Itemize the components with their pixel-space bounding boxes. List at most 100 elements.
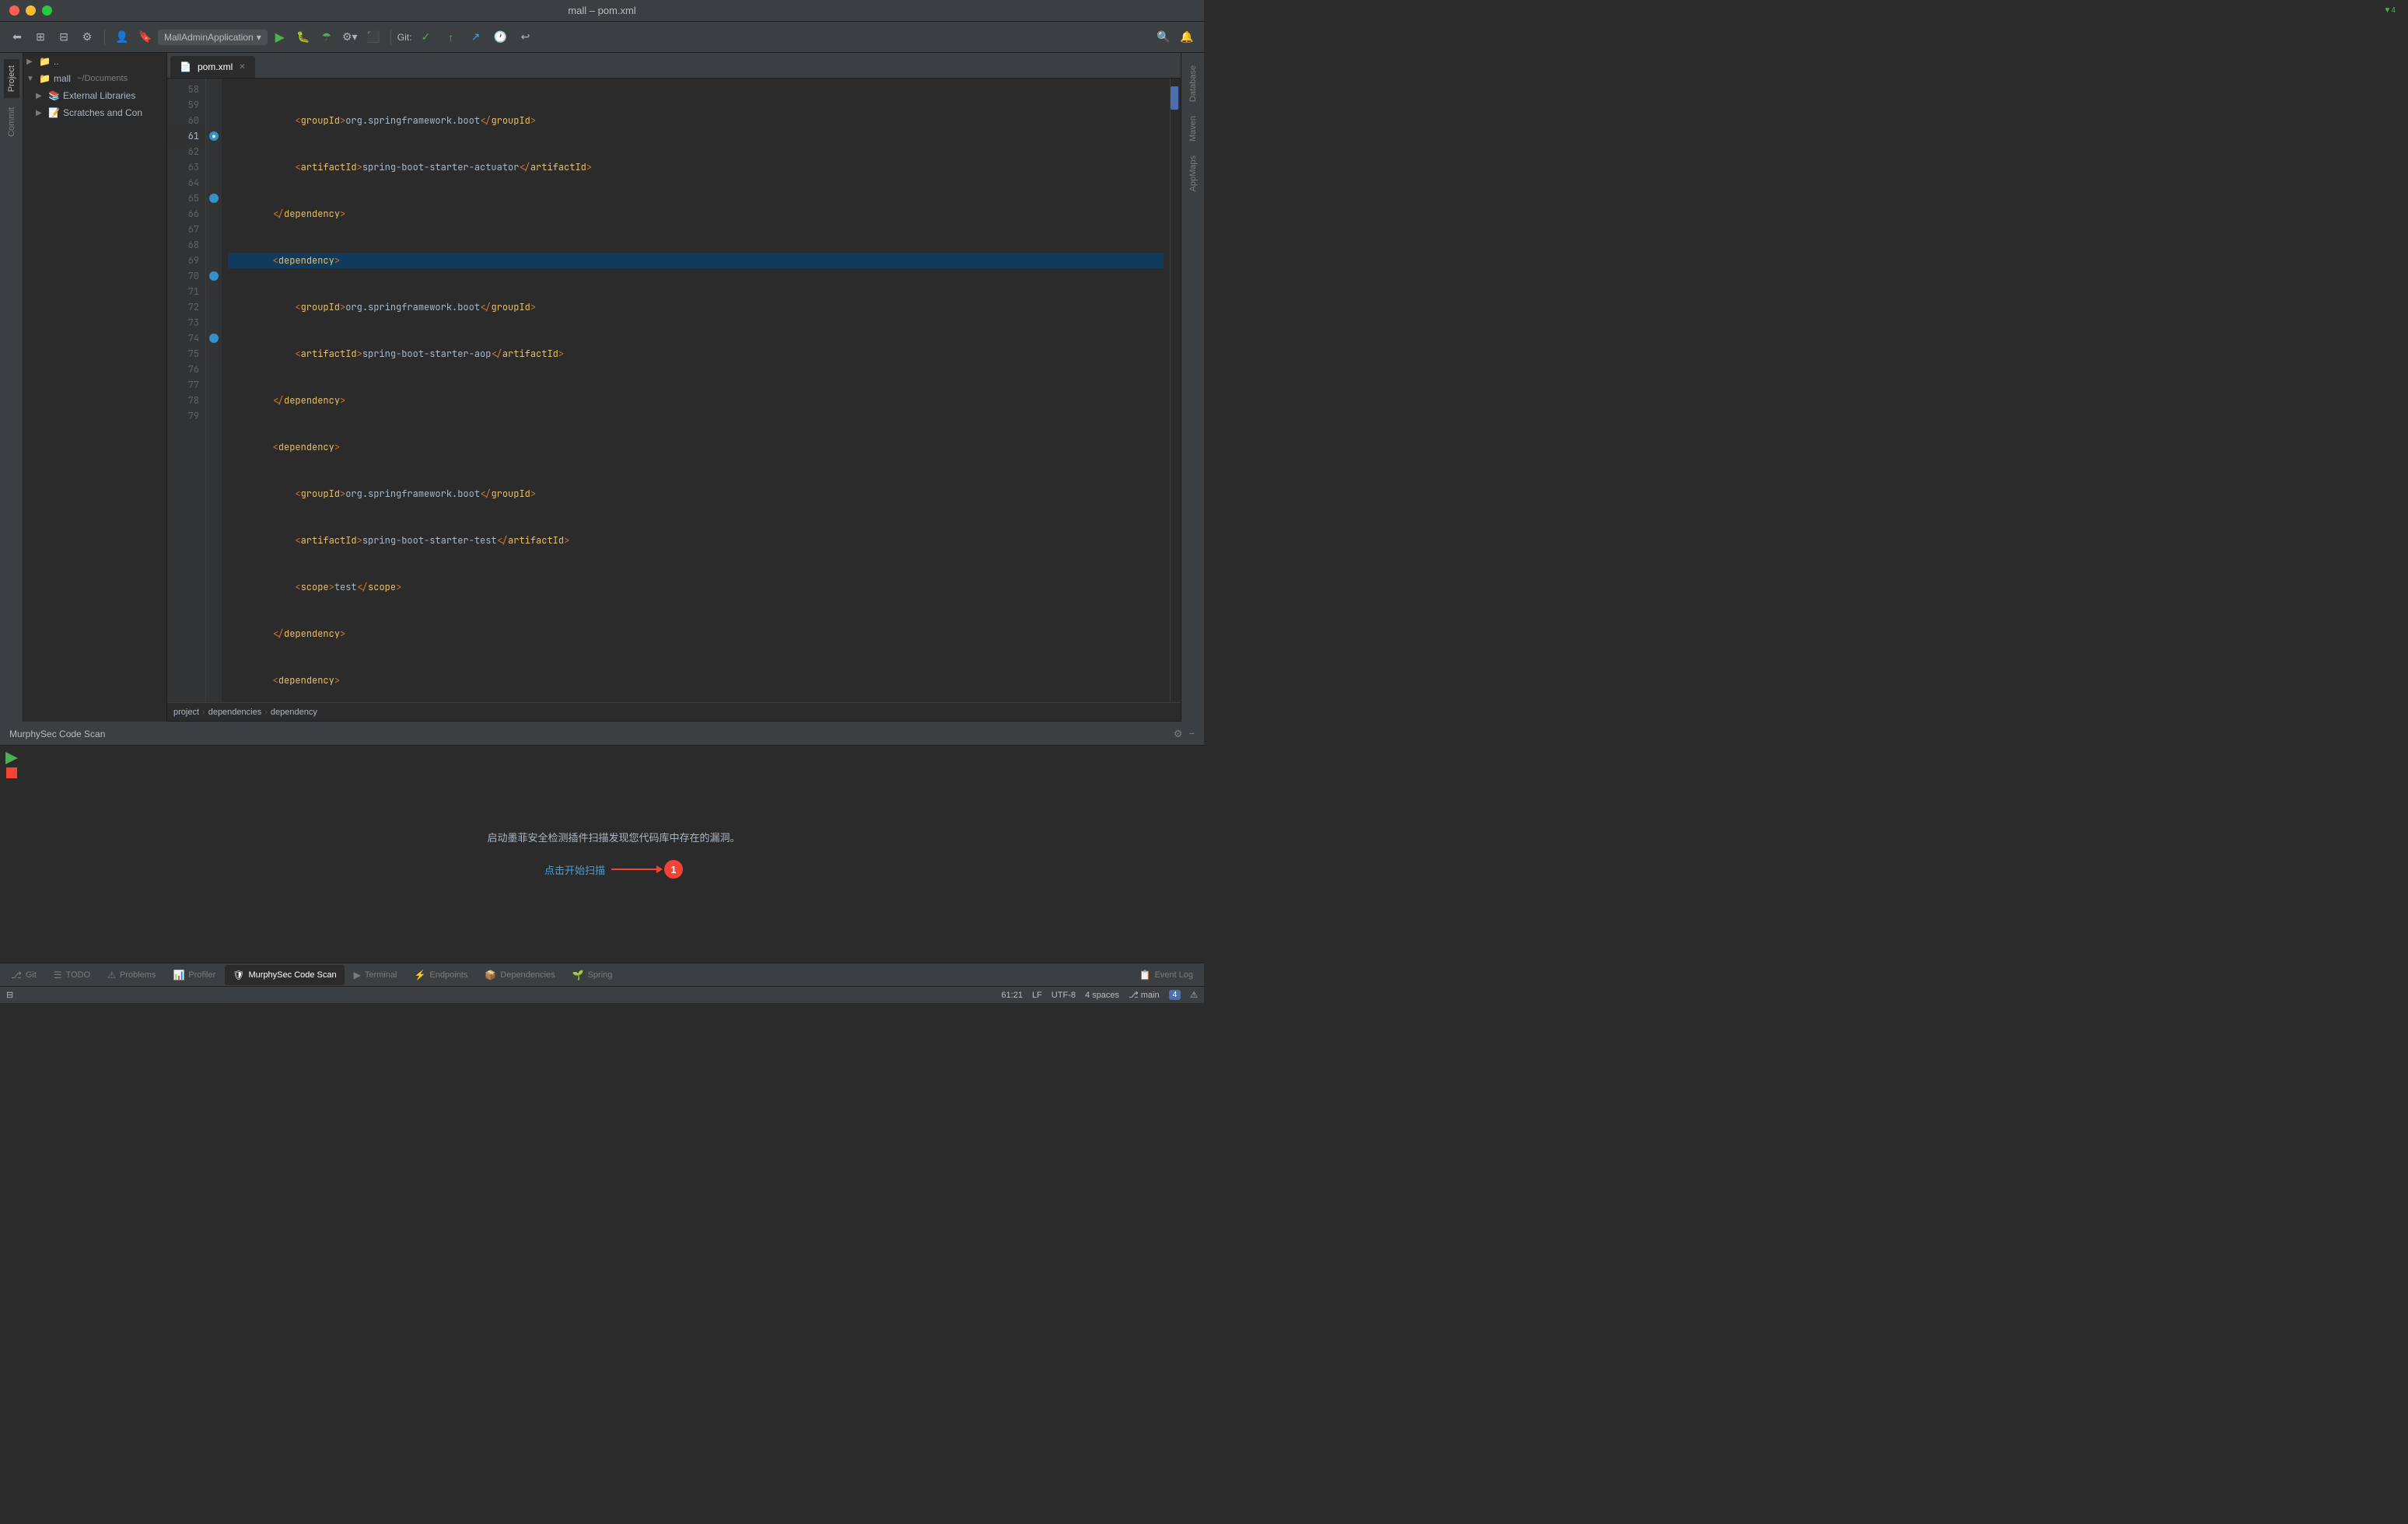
- sidebar-item-appmaps[interactable]: AppMaps: [1185, 149, 1201, 197]
- gutter-74: [206, 330, 222, 346]
- tab-event-log[interactable]: 📋 Event Log: [1132, 965, 1202, 985]
- tab-git[interactable]: ⎇ Git: [3, 965, 44, 985]
- tab-close-btn[interactable]: ✕: [239, 63, 245, 72]
- settings-button[interactable]: ⚙: [76, 26, 98, 48]
- breadcrumb-project[interactable]: project: [173, 708, 199, 717]
- git-revert-btn[interactable]: ↩: [514, 26, 536, 48]
- tree-item-scratches[interactable]: ▶ 📝 Scratches and Con: [23, 104, 166, 121]
- code-line-64: </dependency>: [228, 393, 1164, 408]
- collapse-button[interactable]: ⊟: [53, 26, 75, 48]
- coverage-button[interactable]: ☂: [316, 26, 338, 48]
- code-line-60: </dependency>: [228, 206, 1164, 222]
- code-line-70: <dependency>: [228, 673, 1164, 688]
- gutter-79: [206, 408, 222, 424]
- tree-item-mall[interactable]: ▼ 📁 mall ~/Documents: [23, 70, 166, 87]
- close-button[interactable]: [9, 5, 19, 16]
- tab-profiler[interactable]: 📊 Profiler: [165, 965, 223, 985]
- maximize-button[interactable]: [42, 5, 52, 16]
- bookmark-btn[interactable]: 🔖: [135, 26, 156, 48]
- git-push-btn[interactable]: ↗: [464, 26, 486, 48]
- status-indent[interactable]: 4 spaces: [1085, 991, 1119, 1000]
- ln-79: 79: [167, 408, 205, 424]
- breakpoint-65[interactable]: [209, 194, 219, 203]
- bottom-panel-tools: ⚙ −: [1174, 728, 1195, 740]
- code-container: 58 59 60 61 62 63 64 65 66 67 68 69 70 7…: [167, 79, 1181, 702]
- tab-pom-xml[interactable]: 📄 pom.xml ✕: [170, 56, 255, 78]
- bottom-panel-header: MurphySec Code Scan ⚙ −: [0, 722, 1204, 746]
- tree-arrow-mall: ▼: [26, 75, 36, 83]
- git-history-btn[interactable]: 🕐: [489, 26, 511, 48]
- breakpoint-74[interactable]: [209, 334, 219, 343]
- sidebar-item-commit[interactable]: Commit: [4, 101, 19, 143]
- more-run-btn[interactable]: ⚙▾: [339, 26, 361, 48]
- sidebar-item-database[interactable]: Database: [1185, 59, 1201, 108]
- code-content[interactable]: <groupId>org.springframework.boot</group…: [222, 79, 1170, 702]
- mall-folder-icon: 📁: [39, 73, 51, 84]
- gutter-61: ●: [206, 128, 222, 144]
- tree-item-ext-libs[interactable]: ▶ 📚 External Libraries: [23, 87, 166, 104]
- window-controls: [9, 5, 52, 16]
- bottom-tabs: ⎇ Git ☰ TODO ⚠ Problems 📊 Profiler 🛡 Mur…: [0, 963, 1204, 986]
- tree-item-back[interactable]: ▶ 📁 ..: [23, 53, 166, 70]
- git-update-btn[interactable]: ↑: [439, 26, 461, 48]
- run-config-selector[interactable]: MallAdminApplication ▾: [158, 30, 268, 45]
- tab-dependencies[interactable]: 📦 Dependencies: [477, 965, 562, 985]
- gutter-72: [206, 299, 222, 315]
- ln-67: 67: [167, 222, 205, 237]
- ln-68: 68: [167, 237, 205, 253]
- window-title: mall – pom.xml: [568, 5, 635, 16]
- toolbar: ⬅ ⊞ ⊟ ⚙ 👤 🔖 MallAdminApplication ▾ ▶ 🐛 ☂…: [0, 22, 1204, 53]
- gutter-76: [206, 362, 222, 377]
- gutter-73: [206, 315, 222, 330]
- sidebar-item-maven[interactable]: Maven: [1185, 110, 1201, 148]
- gutter-65: [206, 190, 222, 206]
- breadcrumb-dependency[interactable]: dependency: [271, 708, 317, 717]
- scan-stop-button[interactable]: [6, 767, 17, 778]
- git-check-btn[interactable]: ✓: [415, 26, 436, 48]
- endpoints-icon: ⚡: [414, 970, 425, 980]
- breakpoint-70[interactable]: [209, 271, 219, 281]
- tab-spring[interactable]: 🌱 Spring: [565, 965, 621, 985]
- scrollbar-thumb: [1171, 86, 1178, 110]
- profiler-icon: 📊: [173, 970, 184, 980]
- person-icon-btn[interactable]: 👤: [111, 26, 133, 48]
- breadcrumb-sep-2: ›: [264, 708, 268, 717]
- code-line-59: <artifactId>spring-boot-starter-actuator…: [228, 159, 1164, 175]
- gutter-64: [206, 175, 222, 190]
- gutter-69: [206, 253, 222, 268]
- status-line-ending[interactable]: LF: [1032, 991, 1042, 1000]
- minimize-button[interactable]: [26, 5, 36, 16]
- project-tree-button[interactable]: ⊞: [30, 26, 51, 48]
- scan-start-link[interactable]: 点击开始扫描: [544, 862, 605, 877]
- breakpoint-61[interactable]: ●: [209, 131, 219, 141]
- scan-center: 启动墨菲安全检测插件扫描发现您代码库中存在的漏洞。 点击开始扫描 1: [23, 746, 1204, 963]
- sidebar-item-project[interactable]: Project: [4, 59, 19, 98]
- stop-button[interactable]: ⬛: [362, 26, 384, 48]
- status-expand-btn[interactable]: ⊟: [6, 990, 13, 1000]
- breadcrumb-dependencies[interactable]: dependencies: [208, 708, 262, 717]
- status-branch[interactable]: ⎇ main: [1129, 990, 1160, 1000]
- tab-problems[interactable]: ⚠ Problems: [100, 965, 163, 985]
- tab-endpoints[interactable]: ⚡ Endpoints: [406, 965, 475, 985]
- scan-run-button[interactable]: [5, 752, 18, 764]
- murphysec-icon: 🛡: [233, 970, 244, 980]
- run-button[interactable]: ▶: [269, 26, 291, 48]
- notification-count[interactable]: 4: [1169, 990, 1181, 1000]
- search-btn[interactable]: 🔍: [1153, 26, 1174, 48]
- tab-todo[interactable]: ☰ TODO: [46, 965, 98, 985]
- tab-filename: pom.xml: [198, 61, 233, 72]
- gutter: ●: [206, 79, 222, 702]
- status-encoding[interactable]: UTF-8: [1052, 991, 1076, 1000]
- notification-btn[interactable]: 🔔: [1176, 26, 1198, 48]
- debug-button[interactable]: 🐛: [292, 26, 314, 48]
- editor-scrollbar[interactable]: ▼4: [1170, 79, 1181, 702]
- settings-icon[interactable]: ⚙: [1174, 728, 1183, 740]
- tab-terminal[interactable]: ▶ Terminal: [346, 965, 405, 985]
- tab-murphysec[interactable]: 🛡 MurphySec Code Scan: [225, 965, 344, 985]
- back-button[interactable]: ⬅: [6, 26, 28, 48]
- code-line-61: <dependency>: [228, 253, 1164, 268]
- tab-problems-label: Problems: [120, 970, 156, 980]
- git-section: Git: ✓ ↑ ↗ 🕐 ↩: [397, 26, 537, 48]
- close-panel-icon[interactable]: −: [1188, 728, 1195, 739]
- toolbar-divider-2: [390, 30, 391, 45]
